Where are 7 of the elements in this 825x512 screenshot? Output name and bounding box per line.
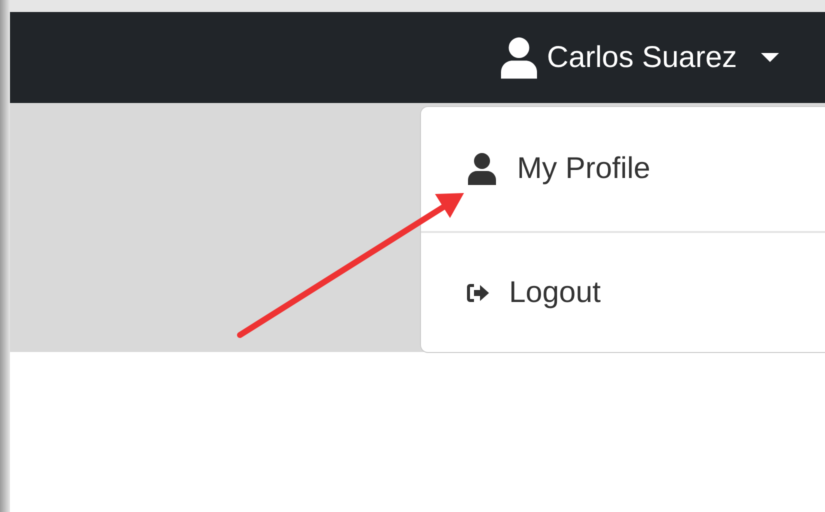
user-menu-toggle[interactable]: Carlos Suarez <box>500 36 779 78</box>
menu-item[interactable]: Logout <box>421 231 825 352</box>
user-icon <box>500 36 537 78</box>
logout-icon <box>467 284 489 302</box>
user-icon <box>467 153 497 185</box>
caret-icon <box>761 53 779 62</box>
menu-item[interactable]: My Profile <box>421 107 825 231</box>
